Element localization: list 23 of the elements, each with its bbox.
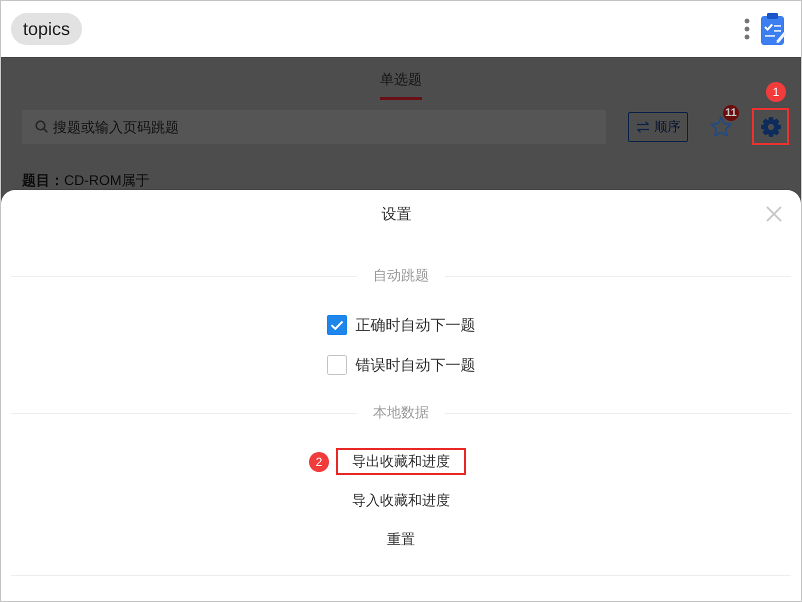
settings-icon[interactable]: [760, 116, 782, 138]
clipboard-icon[interactable]: [760, 12, 786, 46]
checkbox-label: 错误时自动下一题: [356, 356, 476, 374]
step-marker: 1: [766, 82, 786, 102]
more-icon[interactable]: [744, 18, 750, 40]
close-icon[interactable]: [766, 206, 782, 222]
page-title: topics: [11, 13, 82, 45]
dialog-title: 设置: [382, 204, 412, 224]
swap-icon: [636, 120, 650, 132]
checkbox[interactable]: [326, 355, 346, 375]
count-badge: 11: [723, 104, 739, 120]
section-heading: 自动跳题: [373, 267, 429, 285]
checkbox-label: 正确时自动下一题: [356, 316, 476, 334]
search-icon: [35, 120, 48, 133]
menu-action[interactable]: 导入收藏和进度: [338, 489, 464, 512]
menu-action[interactable]: 重置: [373, 528, 429, 551]
menu-action[interactable]: 导出收藏和进度: [338, 450, 464, 473]
question-text: 题目：CD-ROM属于: [22, 171, 150, 189]
search-field[interactable]: 搜题或输入页码跳题: [22, 110, 606, 144]
checkbox[interactable]: [326, 315, 346, 335]
star-icon[interactable]: [709, 114, 733, 138]
step-marker: 2: [309, 452, 329, 472]
section-heading: 本地数据: [373, 404, 429, 422]
